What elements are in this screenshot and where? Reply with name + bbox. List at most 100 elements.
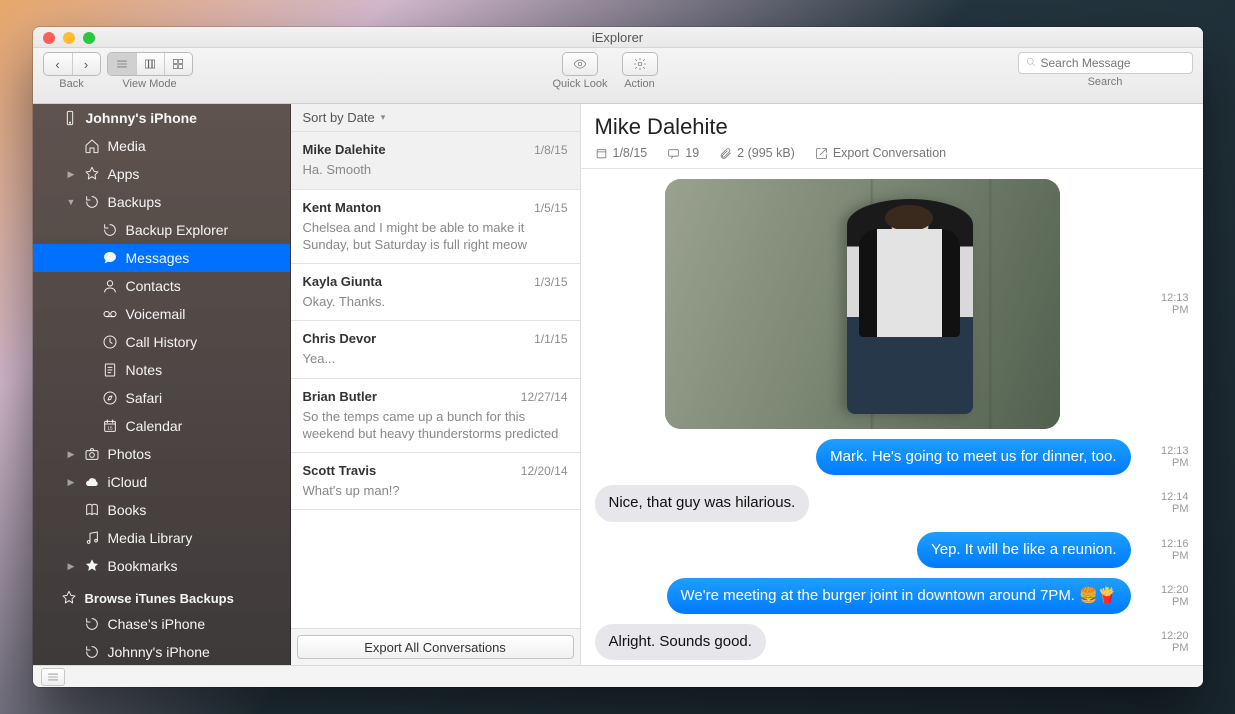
action-button[interactable] xyxy=(622,52,658,76)
conversation-date: 12/20/14 xyxy=(521,464,568,478)
sidebar-item-messages[interactable]: Messages xyxy=(33,244,290,272)
message-timestamp: 12:16 PM xyxy=(1143,538,1189,562)
thread-meta: 1/8/15 19 2 (995 kB) Export Conversation xyxy=(595,146,1189,160)
conversation-item[interactable]: Mike Dalehite1/8/15Ha. Smooth xyxy=(291,132,580,190)
window-title: iExplorer xyxy=(592,30,643,45)
sidebar-item-apps[interactable]: ▶Apps xyxy=(33,160,290,188)
phone-icon xyxy=(62,110,78,126)
sidebar-item-label: Bookmarks xyxy=(108,558,178,574)
chevron-down-icon: ▾ xyxy=(381,112,386,123)
sidebar-item-label: Chase's iPhone xyxy=(108,616,206,632)
message-bubble-outgoing[interactable]: Mark. He's going to meet us for dinner, … xyxy=(816,439,1130,475)
sidebar-item-contacts[interactable]: Contacts xyxy=(33,272,290,300)
books-icon xyxy=(84,502,100,518)
sidebar-item-icloud[interactable]: ▶ iCloud xyxy=(33,468,290,496)
message-bubble-incoming[interactable]: Nice, that guy was hilarious. xyxy=(595,485,810,521)
conversation-name: Brian Butler xyxy=(303,389,377,404)
sidebar-item-voicemail[interactable]: Voicemail xyxy=(33,300,290,328)
cloud-icon xyxy=(84,474,100,490)
message-bubble-outgoing[interactable]: Yep. It will be like a reunion. xyxy=(917,532,1130,568)
conversation-item[interactable]: Brian Butler12/27/14So the temps came up… xyxy=(291,379,580,453)
conversation-name: Chris Devor xyxy=(303,331,377,346)
sidebar-item-chase-s-iphone[interactable]: Chase's iPhone xyxy=(33,610,290,638)
message-image-row: 12:13 PM xyxy=(595,179,1189,429)
sidebar-item-calendar[interactable]: Calendar xyxy=(33,412,290,440)
conversation-item[interactable]: Chris Devor1/1/15Yea... xyxy=(291,321,580,379)
sidebar-item-backup-explorer[interactable]: Backup Explorer xyxy=(33,216,290,244)
view-list-button[interactable] xyxy=(108,53,136,75)
back-forward-segment: ‹ › xyxy=(43,52,101,76)
back-button[interactable]: ‹ xyxy=(44,53,72,75)
close-window-button[interactable] xyxy=(43,32,55,44)
export-conversation-link[interactable]: Export Conversation xyxy=(815,146,946,160)
conversation-item[interactable]: Kent Manton1/5/15Chelsea and I might be … xyxy=(291,190,580,264)
message-row: Yep. It will be like a reunion. 12:16 PM xyxy=(595,532,1189,568)
sidebar-item-media-library[interactable]: Media Library xyxy=(33,524,290,552)
view-mode-segment xyxy=(107,52,193,76)
sort-dropdown[interactable]: Sort by Date ▾ xyxy=(291,104,580,132)
device-row[interactable]: Johnny's iPhone xyxy=(33,104,290,132)
calendar-icon xyxy=(102,418,118,434)
backup-icon xyxy=(84,194,100,210)
message-bubble-incoming[interactable]: Alright. Sounds good. xyxy=(595,624,766,660)
export-all-button[interactable]: Export All Conversations xyxy=(297,635,574,659)
titlebar: iExplorer xyxy=(33,27,1203,48)
search-input[interactable] xyxy=(1041,56,1186,70)
conversation-name: Scott Travis xyxy=(303,463,377,478)
sidebar-item-label: Voicemail xyxy=(126,306,186,322)
browse-backups-header: Browse iTunes Backups xyxy=(33,580,290,610)
thread-date: 1/8/15 xyxy=(595,146,648,160)
sidebar-item-label: Media xyxy=(108,138,146,154)
quicklook-button[interactable] xyxy=(562,52,598,76)
chat-icon xyxy=(102,250,118,266)
backup-icon xyxy=(84,616,100,632)
conversation-date: 12/27/14 xyxy=(521,390,568,404)
panel-toggle-button[interactable] xyxy=(41,668,65,686)
disclosure-closed-icon: ▶ xyxy=(67,561,76,572)
view-columns-button[interactable] xyxy=(136,53,164,75)
sidebar-item-label: Backups xyxy=(108,194,162,210)
conversation-item[interactable]: Scott Travis12/20/14What's up man!? xyxy=(291,453,580,511)
minimize-window-button[interactable] xyxy=(63,32,75,44)
star-icon xyxy=(84,558,100,574)
sidebar-item-johnny-s-iphone[interactable]: Johnny's iPhone xyxy=(33,638,290,665)
sidebar-item-backups[interactable]: ▼Backups xyxy=(33,188,290,216)
fullscreen-window-button[interactable] xyxy=(83,32,95,44)
home-icon xyxy=(84,138,100,154)
sidebar-item-notes[interactable]: Notes xyxy=(33,356,290,384)
sidebar-item-bookmarks[interactable]: ▶ Bookmarks xyxy=(33,552,290,580)
sidebar-item-label: Contacts xyxy=(126,278,181,294)
message-bubble-outgoing[interactable]: We're meeting at the burger joint in dow… xyxy=(667,578,1131,614)
notes-icon xyxy=(102,362,118,378)
forward-button[interactable]: › xyxy=(72,53,100,75)
message-image[interactable] xyxy=(665,179,1060,429)
quicklook-label: Quick Look xyxy=(552,78,607,90)
sidebar-item-label: iCloud xyxy=(108,474,148,490)
sidebar-item-label: Messages xyxy=(126,250,190,266)
thread-title: Mike Dalehite xyxy=(595,114,1189,140)
view-grid-button[interactable] xyxy=(164,53,192,75)
sidebar-item-call-history[interactable]: Call History xyxy=(33,328,290,356)
disclosure-closed-icon: ▶ xyxy=(67,477,76,488)
sidebar-item-label: Call History xyxy=(126,334,198,350)
sidebar-item-media[interactable]: Media xyxy=(33,132,290,160)
conversation-item[interactable]: Kayla Giunta1/3/15Okay. Thanks. xyxy=(291,264,580,322)
sidebar-item-safari[interactable]: Safari xyxy=(33,384,290,412)
sidebar-item-label: Backup Explorer xyxy=(126,222,229,238)
search-field[interactable] xyxy=(1018,52,1193,74)
app-window: iExplorer ‹ › Back View Mode Quick Look xyxy=(33,27,1203,687)
sidebar-item-label: Johnny's iPhone xyxy=(108,644,210,660)
conversation-preview: Ha. Smooth xyxy=(303,161,568,179)
conversation-date: 1/1/15 xyxy=(534,332,567,346)
apps-icon xyxy=(61,590,77,606)
sidebar-item-photos[interactable]: ▶Photos xyxy=(33,440,290,468)
music-icon xyxy=(84,530,100,546)
conversation-preview: Okay. Thanks. xyxy=(303,293,568,311)
search-label: Search xyxy=(1088,76,1123,88)
safari-icon xyxy=(102,390,118,406)
disclosure-closed-icon: ▶ xyxy=(67,449,76,460)
message-row: Mark. He's going to meet us for dinner, … xyxy=(595,439,1189,475)
viewmode-label: View Mode xyxy=(122,78,176,90)
sidebar-item-books[interactable]: Books xyxy=(33,496,290,524)
clock-icon xyxy=(102,334,118,350)
